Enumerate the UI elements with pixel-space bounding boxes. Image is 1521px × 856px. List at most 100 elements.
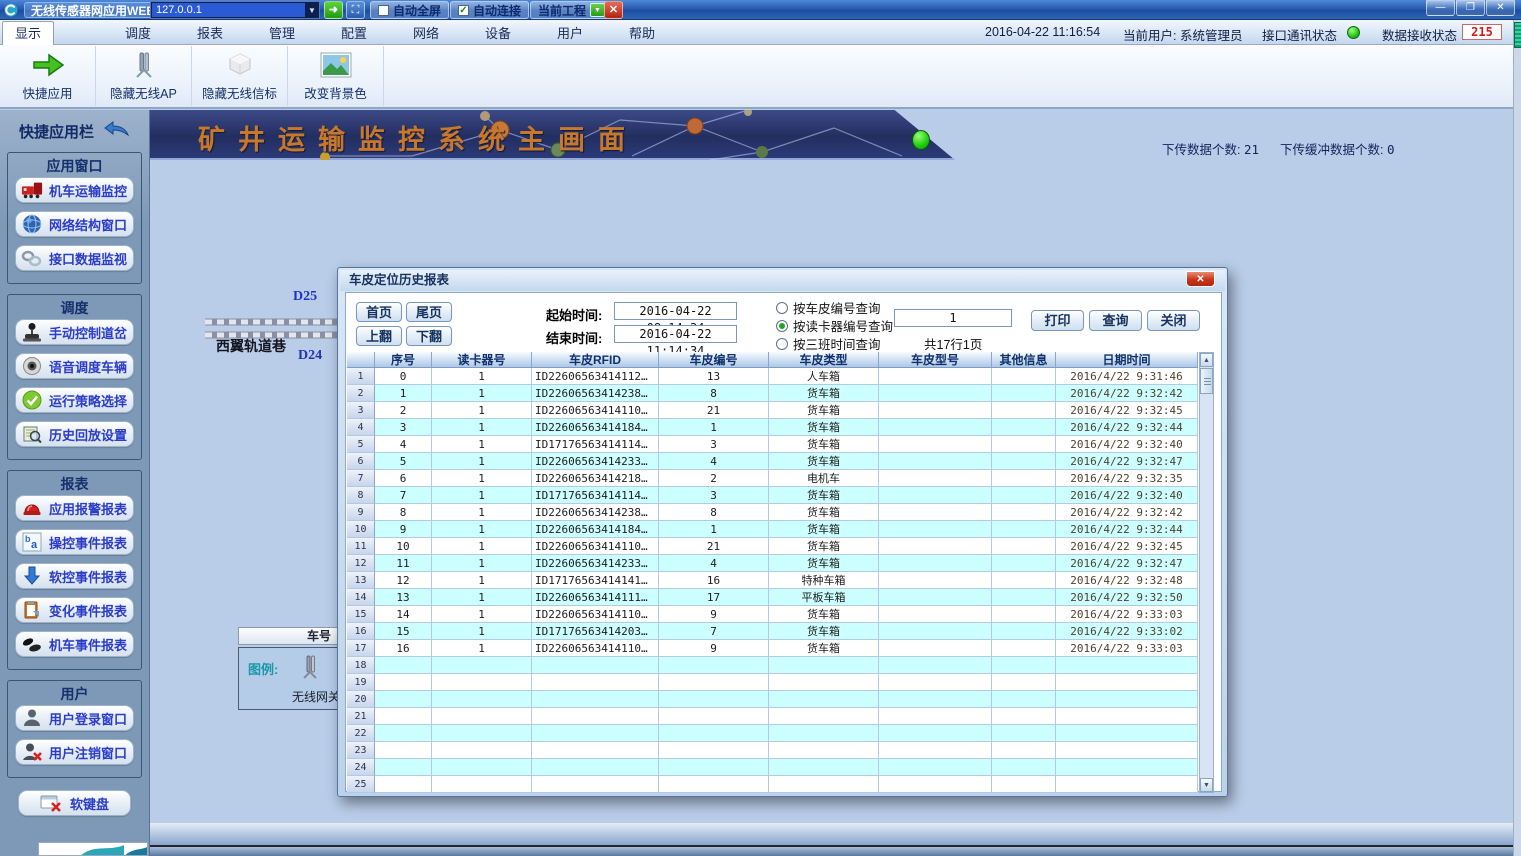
column-header-3[interactable]: 车皮编号 [659, 352, 769, 368]
checkbox-unchecked-icon[interactable] [378, 5, 389, 16]
table-row[interactable]: 22 [347, 725, 1198, 742]
toolbar-button-antenna[interactable]: 隐藏无线AP [96, 46, 192, 106]
sidebar-item-speaker[interactable]: 语音调度车辆 [15, 353, 134, 379]
auto-connect-toggle[interactable]: ✓ 自动连接 [450, 1, 529, 19]
column-header-2[interactable]: 车皮RFID [532, 352, 659, 368]
first-page-button[interactable]: 首页 [356, 302, 402, 322]
column-header-7[interactable]: 日期时间 [1056, 352, 1198, 368]
sidebar-item-shoes[interactable]: 机车事件报表 [15, 631, 134, 657]
query-button[interactable]: 查询 [1089, 310, 1142, 331]
sidebar-item-joystick[interactable]: 手动控制道岔 [15, 319, 134, 345]
table-row[interactable]: 23 [347, 742, 1198, 759]
dialog-title[interactable]: 车皮定位历史报表 [340, 270, 1225, 291]
column-header-5[interactable]: 车皮型号 [879, 352, 992, 368]
menu-item-4[interactable]: 配置 [329, 23, 379, 45]
column-header-4[interactable]: 车皮类型 [769, 352, 879, 368]
close-button[interactable]: 关闭 [1147, 310, 1200, 331]
sidebar-item-user[interactable]: 用户登录窗口 [15, 705, 134, 731]
sidebar-item-alarm[interactable]: 应用报警报表 [15, 495, 134, 521]
table-row[interactable]: 761ID22606563414218…2电机车2016/4/22 9:32:3… [347, 470, 1198, 487]
print-button[interactable]: 打印 [1031, 310, 1084, 331]
scroll-up-icon[interactable]: ▲ [1200, 353, 1213, 367]
table-row[interactable]: 13121ID17176563414141…16特种车箱2016/4/22 9:… [347, 572, 1198, 589]
column-header-6[interactable]: 其他信息 [992, 352, 1056, 368]
toolbar-button-arrow-right-green[interactable]: 快捷应用 [0, 46, 96, 106]
menu-item-0[interactable]: 显示 [2, 21, 54, 45]
scroll-down-icon[interactable]: ▼ [1200, 778, 1213, 792]
menu-item-3[interactable]: 管理 [257, 23, 307, 45]
sidebar-item-check[interactable]: 运行策略选择 [15, 387, 134, 413]
sidebar-item-arrow-down-blue[interactable]: 软控事件报表 [15, 563, 134, 589]
toolbar-button-beacon-cube[interactable]: 隐藏无线信标 [192, 46, 288, 106]
table-row[interactable]: 981ID22606563414238…8货车箱2016/4/22 9:32:4… [347, 504, 1198, 521]
table-row[interactable]: 14131ID22606563414111…17平板车箱2016/4/22 9:… [347, 589, 1198, 606]
sidebar-item-history[interactable]: 历史回放设置 [15, 421, 134, 447]
table-row[interactable]: 541ID17176563414114…3货车箱2016/4/22 9:32:4… [347, 436, 1198, 453]
table-row[interactable]: 20 [347, 691, 1198, 708]
minimize-button[interactable]: — [1426, 0, 1455, 16]
sidebar-item-chain[interactable]: 接口数据监视 [15, 245, 134, 271]
query-number-input[interactable]: 1 [894, 309, 1012, 327]
menu-item-8[interactable]: 帮助 [617, 23, 667, 45]
table-row[interactable]: 12111ID22606563414233…4货车箱2016/4/22 9:32… [347, 555, 1198, 572]
table-row[interactable]: 431ID22606563414184…1货车箱2016/4/22 9:32:4… [347, 419, 1198, 436]
table-row[interactable]: 19 [347, 674, 1198, 691]
menu-item-7[interactable]: 用户 [545, 23, 595, 45]
table-row[interactable]: 211ID22606563414238…8货车箱2016/4/22 9:32:4… [347, 385, 1198, 402]
table-row[interactable]: 1091ID22606563414184…1货车箱2016/4/22 9:32:… [347, 521, 1198, 538]
prev-page-button[interactable]: 上翻 [356, 326, 402, 346]
sidebar-item-globe[interactable]: 网络结构窗口 [15, 211, 134, 237]
sidebar-item-user-logout[interactable]: 用户注销窗口 [15, 739, 134, 765]
sidebar-item-clipboard[interactable]: 变化事件报表 [15, 597, 134, 623]
toolbar-button-picture[interactable]: 改变背景色 [288, 46, 384, 106]
column-header-0[interactable]: 序号 [375, 352, 432, 368]
end-time-input[interactable]: 2016-04-22 11:14:34 [614, 325, 737, 343]
table-row[interactable]: 21 [347, 708, 1198, 725]
table-row[interactable]: 871ID17176563414114…3货车箱2016/4/22 9:32:4… [347, 487, 1198, 504]
auto-fullscreen-toggle[interactable]: 自动全屏 [370, 1, 449, 19]
table-row[interactable]: 101ID22606563414112…13人车箱2016/4/22 9:31:… [347, 368, 1198, 385]
soft-keyboard-button[interactable]: 软键盘 [18, 790, 131, 816]
next-page-button[interactable]: 下翻 [406, 326, 452, 346]
close-connection-button[interactable]: ✕ [604, 1, 623, 19]
table-row[interactable]: 11101ID22606563414110…21货车箱2016/4/22 9:3… [347, 538, 1198, 555]
table-scrollbar[interactable]: ▲ ▼ [1199, 352, 1214, 793]
window-close-button[interactable]: ✕ [1486, 0, 1515, 16]
table-row[interactable]: 18 [347, 657, 1198, 674]
menu-item-6[interactable]: 设备 [473, 23, 523, 45]
radio-by-reader-number[interactable]: 按读卡器编号查询 [776, 316, 893, 335]
table-row[interactable]: 25 [347, 776, 1198, 793]
table-row[interactable]: 16151ID17176563414203…7货车箱2016/4/22 9:33… [347, 623, 1198, 640]
menu-item-2[interactable]: 报表 [185, 23, 235, 45]
table-row[interactable]: 651ID22606563414233…4货车箱2016/4/22 9:32:4… [347, 453, 1198, 470]
column-header-1[interactable]: 读卡器号 [432, 352, 532, 368]
current-project-dropdown[interactable]: 当前工程 ▼ [530, 1, 613, 19]
maximize-button[interactable]: ❐ [1456, 0, 1485, 16]
window-scroll-thumb[interactable] [1514, 22, 1521, 48]
menu-item-1[interactable]: 调度 [113, 23, 163, 45]
connect-button[interactable]: ➜ [324, 1, 343, 19]
radio-by-shift-time[interactable]: 按三班时间查询 [776, 334, 881, 353]
chevron-down-icon[interactable]: ▼ [305, 6, 319, 15]
window-vertical-scrollbar[interactable] [1513, 20, 1521, 856]
radio-icon[interactable] [776, 338, 788, 350]
scroll-thumb[interactable] [1200, 368, 1213, 394]
checkbox-checked-icon[interactable]: ✓ [458, 5, 469, 16]
fullscreen-button[interactable]: ⛶ [346, 1, 365, 19]
radio-icon[interactable] [776, 302, 788, 314]
start-time-input[interactable]: 2016-04-22 08:14:34 [614, 302, 737, 320]
radio-icon[interactable] [776, 320, 788, 332]
chevron-down-icon[interactable]: ▼ [590, 3, 605, 17]
sidebar-item-letters-ba[interactable]: ba操控事件报表 [15, 529, 134, 555]
table-row[interactable]: 15141ID22606563414110…9货车箱2016/4/22 9:33… [347, 606, 1198, 623]
back-arrow-icon[interactable] [104, 121, 130, 141]
radio-by-wagon-number[interactable]: 按车皮编号查询 [776, 298, 881, 317]
table-row[interactable]: 321ID22606563414110…21货车箱2016/4/22 9:32:… [347, 402, 1198, 419]
table-row[interactable]: 17161ID22606563414110…9货车箱2016/4/22 9:33… [347, 640, 1198, 657]
menu-item-5[interactable]: 网络 [401, 23, 451, 45]
dialog-close-button[interactable]: ✕ [1186, 271, 1215, 287]
sidebar-item-train[interactable]: 机车运输监控 [15, 177, 134, 203]
table-row[interactable]: 24 [347, 759, 1198, 776]
ip-combobox[interactable]: 127.0.0.1 ▼ [150, 1, 320, 19]
last-page-button[interactable]: 尾页 [406, 302, 452, 322]
